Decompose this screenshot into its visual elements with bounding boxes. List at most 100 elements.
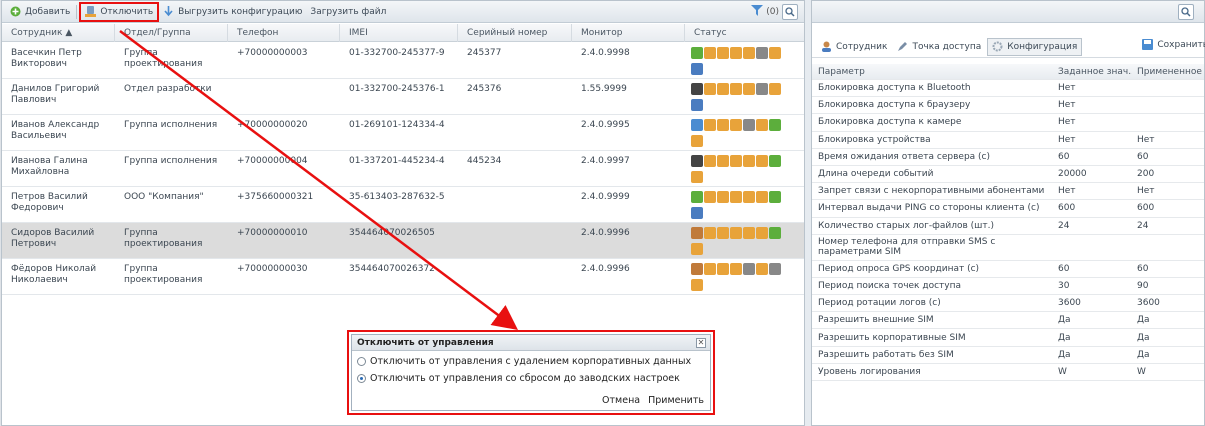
config-row[interactable]: Разрешить работать без SIM Да Да [812, 347, 1204, 364]
cell-imei: 35-613403-287632-5 [349, 192, 445, 202]
col-param[interactable]: Параметр [812, 67, 1053, 77]
disconnect-label: Отключить [100, 6, 154, 17]
status-icon [769, 119, 781, 131]
cell-phone: +70000000020 [237, 120, 308, 130]
cell-monitor: 2.4.0.9996 [581, 228, 630, 238]
status-icon [743, 119, 755, 131]
col-set-value[interactable]: Заданное знач... [1053, 67, 1132, 77]
config-row[interactable]: Блокировка доступа к камере Нет [812, 114, 1204, 132]
config-row[interactable]: Номер телефона для отправки SMS с параме… [812, 235, 1204, 261]
table-row[interactable]: Васечкин Петр Викторович Группа проектиро… [2, 43, 804, 79]
param-set-value: 600 [1058, 203, 1076, 214]
config-row[interactable]: Интервал выдачи PING со стороны клиента … [812, 200, 1204, 218]
cell-dept: Группа проектирования [124, 48, 203, 69]
col-imei[interactable]: IMEI [340, 24, 458, 42]
param-name: Блокировка доступа к камере [818, 117, 962, 128]
param-name: Разрешить работать без SIM [818, 349, 954, 360]
grid-body: Васечкин Петр Викторович Группа проектиро… [2, 43, 804, 295]
param-name: Номер телефона для отправки SMS с параме… [818, 236, 996, 257]
status-icon [743, 155, 755, 167]
status-icon [717, 119, 729, 131]
status-icon [704, 155, 716, 167]
param-applied-value: Нет [1137, 134, 1155, 145]
config-search-button[interactable] [1178, 4, 1194, 20]
cell-serial [458, 115, 572, 150]
status-icon [730, 47, 742, 59]
disconnect-icon [85, 6, 97, 17]
col-status[interactable]: Статус [685, 24, 804, 42]
config-row[interactable]: Время ожидания ответа сервера (с) 60 60 [812, 149, 1204, 166]
table-row[interactable]: Иванова Галина Михайловна Группа исполнен… [2, 151, 804, 187]
param-name: Блокировка устройства [818, 134, 931, 145]
cell-dept: ООО "Компания" [124, 192, 204, 202]
table-row[interactable]: Данилов Григорий Павлович Отдел разработк… [2, 79, 804, 115]
config-row[interactable]: Блокировка устройства Нет Нет [812, 132, 1204, 149]
tab-access-point[interactable]: Точка доступа [893, 38, 985, 56]
config-row[interactable]: Запрет связи с некорпоративными абонента… [812, 183, 1204, 201]
upload-file-label: Загрузить файл [310, 6, 387, 17]
add-button[interactable]: Добавить [6, 3, 74, 21]
col-phone[interactable]: Телефон [228, 24, 340, 42]
param-set-value: Нет [1058, 117, 1076, 128]
param-applied-value: 90 [1137, 280, 1149, 291]
status-icon [769, 47, 781, 59]
export-config-label: Выгрузить конфигурацию [178, 6, 303, 17]
col-applied-value[interactable]: Примененное ... [1132, 67, 1204, 77]
table-row[interactable]: Сидоров Василий Петрович Группа проектиро… [2, 223, 804, 259]
col-employee[interactable]: Сотрудник ▲ [2, 24, 115, 42]
search-icon [785, 7, 795, 17]
config-row[interactable]: Разрешить внешние SIM Да Да [812, 312, 1204, 330]
status-icon [691, 135, 703, 147]
pencil-icon [897, 41, 908, 52]
cell-name: Иванов Александр Васильевич [11, 120, 100, 141]
user-icon [821, 41, 832, 52]
download-icon [163, 6, 174, 17]
disconnect-button[interactable]: Отключить [79, 1, 160, 22]
param-set-value: Нет [1058, 83, 1076, 94]
table-row[interactable]: Иванов Александр Васильевич Группа исполн… [2, 115, 804, 151]
col-monitor[interactable]: Монитор [572, 24, 685, 42]
save-button[interactable]: Сохранить [1142, 39, 1205, 50]
param-applied-value: Да [1137, 349, 1150, 360]
cell-serial: 245376 [467, 84, 502, 94]
config-row[interactable]: Период опроса GPS координат (с) 60 60 [812, 261, 1204, 278]
config-row[interactable]: Количество старых лог-файлов (шт.) 24 24 [812, 218, 1204, 235]
cell-name: Васечкин Петр Викторович [11, 48, 82, 69]
status-icons [685, 43, 781, 78]
col-department[interactable]: Отдел/Группа [115, 24, 228, 42]
param-set-value: 20000 [1058, 169, 1087, 180]
config-row[interactable]: Блокировка доступа к браузеру Нет [812, 97, 1204, 115]
config-row[interactable]: Разрешить корпоративные SIM Да Да [812, 329, 1204, 347]
status-icon [756, 155, 768, 167]
status-icons [685, 187, 781, 222]
filter-icon[interactable] [751, 5, 764, 19]
table-row[interactable]: Фёдоров Николай Николаевич Группа проекти… [2, 259, 804, 295]
config-row[interactable]: Уровень логирования W W [812, 364, 1204, 381]
upload-file-button[interactable]: Загрузить файл [306, 3, 390, 21]
param-name: Разрешить внешние SIM [818, 315, 934, 326]
status-icon [691, 207, 703, 219]
status-icon [691, 227, 703, 239]
status-icon [704, 119, 716, 131]
col-serial[interactable]: Серийный номер [458, 24, 572, 42]
config-row[interactable]: Период ротации логов (с) 3600 3600 [812, 295, 1204, 313]
param-name: Период поиска точек доступа [818, 280, 962, 291]
param-applied-value: Да [1137, 315, 1150, 326]
param-name: Время ожидания ответа сервера (с) [818, 151, 991, 162]
search-button[interactable] [782, 4, 798, 20]
config-row[interactable]: Длина очереди событий 20000 200 [812, 166, 1204, 184]
export-config-button[interactable]: Выгрузить конфигурацию [159, 3, 306, 21]
search-icon [1181, 7, 1191, 17]
table-row[interactable]: Петров Василий Федорович ООО "Компания" +3… [2, 187, 804, 223]
status-icon [691, 99, 703, 111]
status-icon [769, 155, 781, 167]
config-row[interactable]: Период поиска точек доступа 30 90 [812, 278, 1204, 296]
status-icon [691, 279, 703, 291]
cell-phone: +70000000030 [237, 264, 308, 274]
tab-employee[interactable]: Сотрудник [817, 38, 891, 56]
status-icon [756, 263, 768, 275]
tab-configuration[interactable]: Конфигурация [987, 37, 1083, 56]
config-row[interactable]: Блокировка доступа к Bluetooth Нет [812, 80, 1204, 98]
status-icon [691, 119, 703, 131]
status-icon [717, 83, 729, 95]
